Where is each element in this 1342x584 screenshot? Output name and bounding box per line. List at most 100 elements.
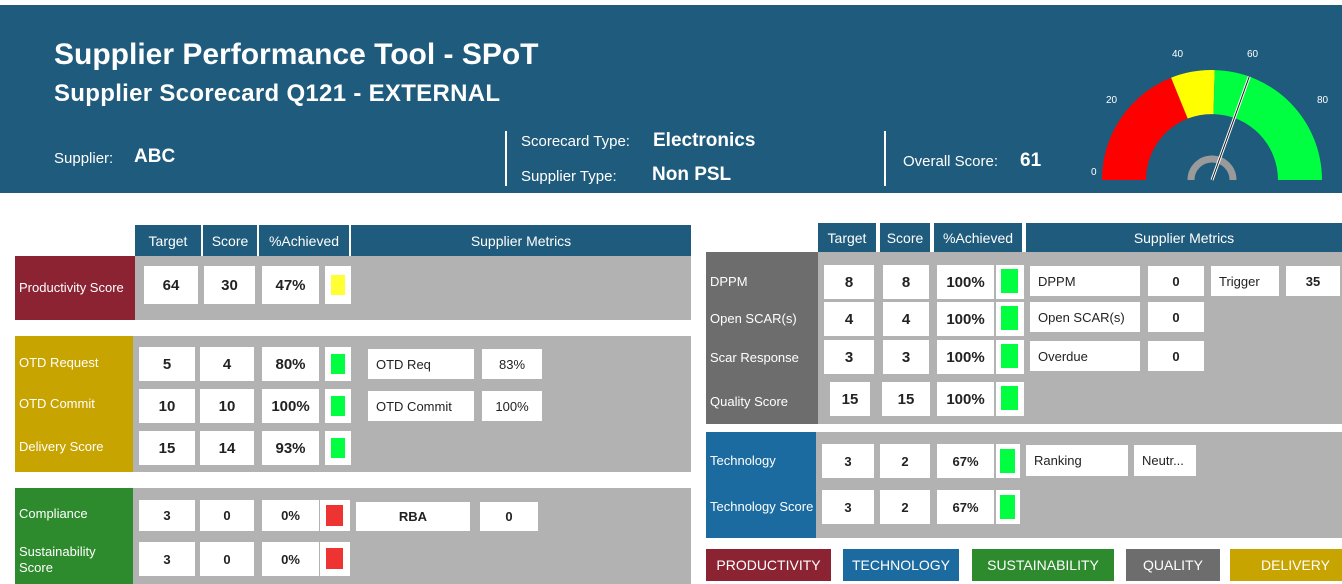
page-title: Supplier Performance Tool - SPoT <box>54 38 539 71</box>
quality-achieved: 100% <box>937 302 994 336</box>
status-flag-green <box>1001 306 1018 330</box>
status-flag-green <box>1000 449 1015 473</box>
quality-score: 4 <box>883 302 929 336</box>
category-productivity: Productivity Score <box>15 256 135 320</box>
productivity-achieved: 47% <box>262 266 319 304</box>
status-flag-green <box>1001 344 1018 368</box>
gauge-tick-label: 20 <box>1106 95 1118 106</box>
sustainability-achieved: 0% <box>262 542 319 576</box>
productivity-status-indicator <box>325 266 351 304</box>
quality-achieved: 100% <box>937 340 994 374</box>
overall-score-value: 61 <box>1020 150 1042 171</box>
delivery-status-indicator <box>325 347 351 381</box>
delivery-score: 10 <box>200 389 254 423</box>
metric-value: 0 <box>480 502 538 531</box>
metric-value: 83% <box>482 349 542 379</box>
delivery-status-indicator <box>325 431 351 465</box>
gauge-tick-label: 60 <box>1247 49 1259 60</box>
sustainability-target: 3 <box>139 500 195 531</box>
metric-value: Neutr... <box>1134 445 1196 476</box>
technology-target: 3 <box>822 444 874 478</box>
sustainability-status-indicator <box>320 542 350 576</box>
trigger-value: 35 <box>1286 266 1340 296</box>
col-header-target: Target <box>818 223 876 252</box>
metric-value: 100% <box>482 391 542 421</box>
quality-target: 3 <box>824 340 874 374</box>
quality-status-indicator <box>996 382 1024 416</box>
legend-productivity: PRODUCTIVITY <box>706 549 831 581</box>
category-label: Technology <box>710 453 776 468</box>
metric-value: 0 <box>1148 266 1204 296</box>
technology-achieved: 67% <box>937 444 994 478</box>
quality-status-indicator <box>996 302 1024 336</box>
quality-achieved: 100% <box>937 265 994 299</box>
delivery-achieved: 100% <box>262 389 319 423</box>
metric-name: OTD Commit <box>368 391 474 421</box>
status-flag-yellow <box>331 275 345 295</box>
category-label: Quality Score <box>710 394 789 409</box>
page-subtitle: Supplier Scorecard Q121 - EXTERNAL <box>54 80 501 107</box>
quality-target: 4 <box>824 302 874 336</box>
quality-target: 15 <box>830 382 870 416</box>
quality-achieved: 100% <box>937 382 994 416</box>
legend-delivery: DELIVERY <box>1230 549 1342 581</box>
category-label: Compliance <box>19 506 88 521</box>
header-divider <box>505 131 507 186</box>
metric-name: Ranking <box>1026 445 1128 476</box>
overall-score-label: Overall Score: <box>903 153 999 170</box>
metric-name: OTD Req <box>368 349 474 379</box>
scorecard-type-label: Scorecard Type: <box>521 133 630 150</box>
sustainability-status-indicator <box>320 500 350 531</box>
col-header-score: Score <box>880 223 930 252</box>
sustainability-score: 0 <box>200 500 254 531</box>
sustainability-achieved: 0% <box>262 500 319 531</box>
technology-status-indicator <box>996 444 1020 478</box>
category-label: Sustainability Score <box>19 544 96 575</box>
category-label: Delivery Score <box>19 439 104 454</box>
status-flag-green <box>331 354 345 374</box>
gauge-red-band <box>1101 77 1188 180</box>
header-divider <box>884 131 886 186</box>
quality-score: 3 <box>883 340 929 374</box>
col-header-supplier-metrics: Supplier Metrics <box>351 225 691 256</box>
supplier-type-value: Non PSL <box>652 164 732 185</box>
category-label: Productivity Score <box>19 280 124 295</box>
delivery-achieved: 80% <box>262 347 319 381</box>
status-flag-green <box>331 396 345 416</box>
category-label: Open SCAR(s) <box>710 311 797 326</box>
scorecard-type-value: Electronics <box>653 130 756 151</box>
quality-score: 8 <box>883 265 929 299</box>
metric-value: 0 <box>1148 341 1204 371</box>
trigger-label: Trigger <box>1211 266 1279 296</box>
col-header-supplier-metrics: Supplier Metrics <box>1026 223 1342 252</box>
delivery-target: 5 <box>139 347 195 381</box>
delivery-achieved: 93% <box>262 431 319 465</box>
metric-name: Open SCAR(s) <box>1030 302 1140 332</box>
delivery-target: 10 <box>139 389 195 423</box>
gauge-tick-label: 40 <box>1172 49 1184 60</box>
status-flag-green <box>1001 386 1018 410</box>
col-header-score: Score <box>203 225 257 256</box>
technology-target: 3 <box>822 490 874 524</box>
quality-target: 8 <box>824 265 874 299</box>
category-label: OTD Commit <box>19 396 95 411</box>
delivery-score: 14 <box>200 431 254 465</box>
sustainability-target: 3 <box>139 542 195 576</box>
delivery-status-indicator <box>325 389 351 423</box>
status-flag-green <box>1001 269 1018 293</box>
technology-score: 2 <box>880 490 930 524</box>
productivity-target: 64 <box>144 266 198 304</box>
status-flag-green <box>1000 495 1015 519</box>
overall-score-gauge: 0 20 40 60 80 <box>1091 49 1329 181</box>
category-label: OTD Request <box>19 355 99 370</box>
col-header-achieved: %Achieved <box>934 223 1022 252</box>
delivery-target: 15 <box>139 431 195 465</box>
col-header-target: Target <box>135 225 201 256</box>
metric-name: RBA <box>356 502 470 531</box>
category-label: DPPM <box>710 274 748 289</box>
gauge-tick-label: 80 <box>1317 95 1329 106</box>
legend-sustainability: SUSTAINABILITY <box>972 549 1114 581</box>
sustainability-score: 0 <box>200 542 254 576</box>
supplier-label: Supplier: <box>54 150 114 167</box>
quality-status-indicator <box>996 340 1024 374</box>
